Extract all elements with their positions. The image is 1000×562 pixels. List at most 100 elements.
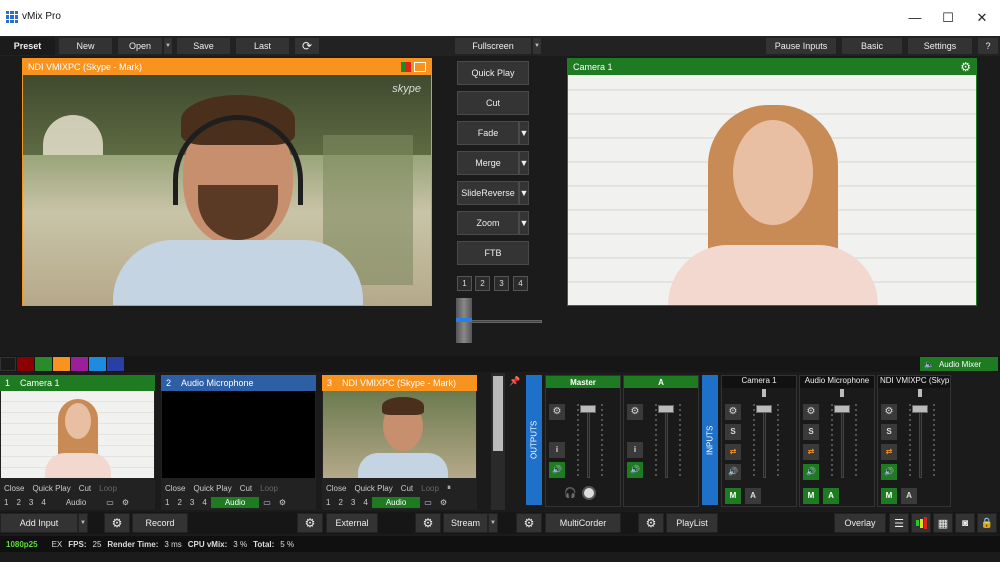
overlay-button[interactable]: Overlay [834,513,886,533]
merge-button[interactable]: Merge [457,151,519,175]
mixer-channel-1-solo-button[interactable]: S [725,424,741,440]
mixer-channel-1-balance[interactable] [762,389,766,397]
record-gear-icon[interactable]: ⚙ [104,513,130,533]
pin-icon[interactable]: 📌 [509,376,520,386]
input-3-thumbnail[interactable] [323,391,476,478]
input-3-close-button[interactable]: Close [322,484,350,493]
input-1-close-button[interactable]: Close [0,484,28,493]
multiview-icon[interactable] [401,62,411,72]
snapshot-icon[interactable]: ◙ [955,513,975,533]
mixer-channel-3-fader-knob[interactable] [912,405,928,413]
stream-gear-icon[interactable]: ⚙ [415,513,441,533]
input-2-quick-play-button[interactable]: Quick Play [189,484,235,493]
input-3-audio-button[interactable]: Audio [371,496,421,508]
playlist-button[interactable]: PlayList [666,513,718,533]
mixer-channel-2-speaker-icon[interactable]: 🔊 [803,464,819,480]
output-video[interactable] [568,75,976,305]
mixer-channel-1-gear-icon[interactable]: ⚙ [725,404,741,420]
zoom-dropdown-icon[interactable]: ▼ [519,211,529,235]
ftb-button[interactable]: FTB [457,241,529,265]
input-2-overlay-4[interactable]: 4 [198,498,210,507]
lock-icon[interactable]: 🔒 [977,513,997,533]
master-info-button[interactable]: i [549,442,565,458]
input-1-loop-button[interactable]: Loop [95,484,121,493]
input-1-overlay-3[interactable]: 3 [25,498,37,507]
mixer-channel-2-bus-a-button[interactable]: A [823,488,839,504]
quick-play-button[interactable]: Quick Play [457,61,529,85]
mixer-channel-1-master-button[interactable]: M [725,488,741,504]
transition-3-button[interactable]: 3 [494,276,509,291]
refresh-icon[interactable]: ⟳ [294,37,320,55]
mixer-channel-3-master-button[interactable]: M [881,488,897,504]
transition-4-button[interactable]: 4 [513,276,528,291]
input-3-overlay-4[interactable]: 4 [359,498,371,507]
mixer-channel-3-balance[interactable] [918,389,922,397]
playlist-gear-icon[interactable]: ⚙ [638,513,664,533]
input-2-overlay-2[interactable]: 2 [173,498,185,507]
input-1-cut-button[interactable]: Cut [75,484,95,493]
input-1-overlay-1[interactable]: 1 [0,498,12,507]
input-1-audio-button[interactable]: Audio [50,498,102,507]
color-swatch-orange[interactable] [53,357,70,371]
input-2-overlay-1[interactable]: 1 [161,498,173,507]
input-3-quick-play-button[interactable]: Quick Play [350,484,396,493]
color-swatch-light-blue[interactable] [89,357,106,371]
input-2-monitor-icon[interactable]: ▭ [259,498,275,507]
input-1-titlebar[interactable]: 1 Camera 1 [0,375,155,391]
input-3-titlebar[interactable]: 3 NDI VMIXPC (Skype - Mark) [322,375,477,391]
mixer-channel-2-gear-icon[interactable]: ⚙ [803,404,819,420]
input-2-overlay-3[interactable]: 3 [186,498,198,507]
record-button[interactable]: Record [132,513,188,533]
basic-button[interactable]: Basic [841,37,903,55]
mixer-channel-1-bus-a-button[interactable]: A [745,488,761,504]
mixer-channel-1-fader-knob[interactable] [756,405,772,413]
multicorder-gear-icon[interactable]: ⚙ [516,513,542,533]
minimize-button[interactable]: — [904,8,926,28]
mixer-channel-2-master-button[interactable]: M [803,488,819,504]
window-icon[interactable] [414,62,426,72]
fade-dropdown-icon[interactable]: ▼ [519,121,529,145]
close-button[interactable]: ✕ [971,8,993,28]
mixer-channel-2-fader-knob[interactable] [834,405,850,413]
zoom-button[interactable]: Zoom [457,211,519,235]
input-3-gear-icon[interactable]: ⚙ [436,498,451,507]
inputs-scrollbar[interactable] [491,373,505,510]
color-swatch-red[interactable] [17,357,34,371]
input-3-loop-button[interactable]: Loop [417,484,443,493]
input-2-thumbnail[interactable] [162,391,315,478]
input-3-overlay-2[interactable]: 2 [334,498,346,507]
input-2-gear-icon[interactable]: ⚙ [275,498,290,507]
bus-a-gear-icon[interactable]: ⚙ [627,404,643,420]
grid-view-icon[interactable]: ▦ [933,513,953,533]
add-input-button[interactable]: Add Input [0,513,78,533]
fullscreen-dropdown-icon[interactable]: ▼ [532,37,542,55]
open-dropdown-icon[interactable]: ▼ [163,37,173,55]
master-fader-knob[interactable] [580,405,596,413]
master-gear-icon[interactable]: ⚙ [549,404,565,420]
add-input-dropdown-icon[interactable]: ▼ [78,513,88,533]
headphone-volume-knob[interactable] [582,486,596,500]
list-view-icon[interactable]: ☰ [889,513,909,533]
mixer-channel-3-speaker-icon[interactable]: 🔊 [881,464,897,480]
multicorder-button[interactable]: MultiCorder [545,513,621,533]
pause-inputs-button[interactable]: Pause Inputs [765,37,837,55]
input-1-overlay-2[interactable]: 2 [12,498,24,507]
color-swatch-purple[interactable] [71,357,88,371]
input-3-pause-icon[interactable]: ⏸ [443,483,455,493]
maximize-button[interactable]: ☐ [937,8,959,28]
preview-video[interactable]: skype [23,75,431,305]
input-1-gear-icon[interactable]: ⚙ [118,498,133,507]
cut-button[interactable]: Cut [457,91,529,115]
transition-2-button[interactable]: 2 [475,276,490,291]
save-button[interactable]: Save [176,37,231,55]
settings-button[interactable]: Settings [907,37,973,55]
mixer-channel-2-swap-icon[interactable]: ⇄ [803,444,819,460]
mixer-channel-3-swap-icon[interactable]: ⇄ [881,444,897,460]
fade-button[interactable]: Fade [457,121,519,145]
mixer-channel-3-solo-button[interactable]: S [881,424,897,440]
input-3-cut-button[interactable]: Cut [397,484,417,493]
input-1-thumbnail[interactable] [1,391,154,478]
transition-1-button[interactable]: 1 [457,276,472,291]
last-button[interactable]: Last [235,37,290,55]
mixer-channel-1-swap-icon[interactable]: ⇄ [725,444,741,460]
